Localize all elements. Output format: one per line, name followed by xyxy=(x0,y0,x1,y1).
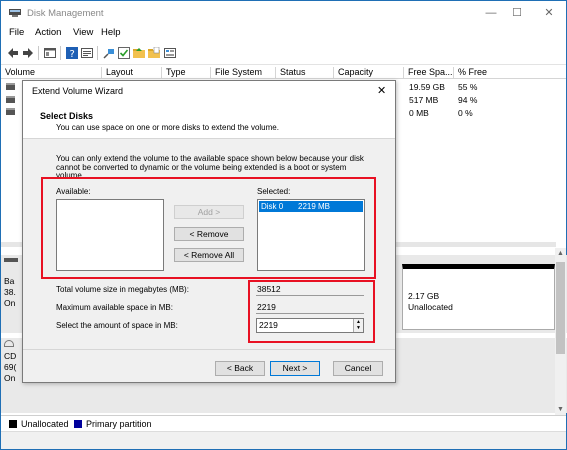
dialog-footer-divider xyxy=(23,349,395,350)
unallocated-label: Unallocated xyxy=(408,302,453,312)
legend-unallocated-swatch xyxy=(9,420,17,428)
svg-text:?: ? xyxy=(70,49,75,59)
column-volume[interactable]: Volume xyxy=(1,67,102,79)
legend-primary-swatch xyxy=(74,420,82,428)
rescan-folder-icon[interactable] xyxy=(148,47,160,59)
cd-status: On xyxy=(4,373,16,383)
status-bar xyxy=(1,431,566,449)
back-arrow-icon[interactable] xyxy=(7,47,19,59)
menu-file[interactable]: File xyxy=(9,27,24,38)
dialog-header: Select Disks You can use space on one or… xyxy=(23,101,395,139)
disk-management-icon xyxy=(9,9,21,17)
title-bar: Disk Management — ☐ ✕ xyxy=(1,1,566,25)
scroll-down-arrow[interactable]: ▼ xyxy=(555,404,566,415)
annotation-space-fields-highlight xyxy=(248,280,375,343)
console-tree-icon[interactable] xyxy=(44,47,56,59)
column-capacity[interactable]: Capacity xyxy=(334,67,404,79)
forward-arrow-icon[interactable] xyxy=(22,47,34,59)
connect-icon[interactable] xyxy=(103,47,115,59)
menu-bar: File Action View Help xyxy=(1,25,566,41)
column-file-system[interactable]: File System xyxy=(211,67,276,79)
total-size-label: Total volume size in megabytes (MB): xyxy=(56,285,189,294)
annotation-disk-selection-highlight xyxy=(41,177,376,279)
cd-drive-icon xyxy=(4,340,14,347)
help-icon[interactable]: ? xyxy=(66,47,78,59)
scroll-thumb[interactable] xyxy=(556,262,565,354)
column-percent-free[interactable]: % Free xyxy=(454,67,566,79)
view-list-icon[interactable] xyxy=(164,47,176,59)
max-space-label: Maximum available space in MB: xyxy=(56,303,173,312)
column-layout[interactable]: Layout xyxy=(102,67,162,79)
toolbar: ? xyxy=(1,41,566,65)
dialog-title: Extend Volume Wizard xyxy=(32,86,124,96)
legend-unallocated-label: Unallocated xyxy=(21,419,69,429)
column-status[interactable]: Status xyxy=(276,67,334,79)
volume-percent-free: 55 % xyxy=(458,82,478,92)
close-button[interactable]: ✕ xyxy=(539,5,559,21)
volume-free-space: 19.59 GB xyxy=(409,82,445,92)
toolbar-separator xyxy=(38,46,39,60)
legend-primary-label: Primary partition xyxy=(86,419,152,429)
unallocated-partition[interactable]: 2.17 GB Unallocated xyxy=(402,264,555,330)
legend-bar: Unallocated Primary partition xyxy=(1,415,566,431)
next-button[interactable]: Next > xyxy=(270,361,320,376)
menu-action[interactable]: Action xyxy=(35,27,61,38)
disk-0-label: Ba xyxy=(4,276,15,286)
window-title: Disk Management xyxy=(27,8,104,19)
volume-percent-free: 0 % xyxy=(458,108,473,118)
menu-view[interactable]: View xyxy=(73,27,93,38)
cancel-button[interactable]: Cancel xyxy=(333,361,383,376)
toolbar-separator xyxy=(60,46,61,60)
dialog-title-bar: Extend Volume Wizard ✕ xyxy=(23,81,395,101)
disk-icon xyxy=(4,258,18,262)
volume-icon xyxy=(6,108,15,115)
volume-free-space: 517 MB xyxy=(409,95,439,105)
dialog-subheading: You can use space on one or more disks t… xyxy=(56,123,279,132)
volume-icon xyxy=(6,83,15,90)
back-button[interactable]: < Back xyxy=(215,361,265,376)
properties-icon[interactable] xyxy=(81,47,93,59)
cd-label: CD xyxy=(4,351,17,361)
dialog-close-button[interactable]: ✕ xyxy=(377,84,386,97)
unallocated-size: 2.17 GB xyxy=(408,291,440,301)
check-icon[interactable] xyxy=(118,47,130,59)
volume-free-space: 0 MB xyxy=(409,108,429,118)
cd-size: 69( xyxy=(4,362,17,372)
volume-icon xyxy=(6,96,15,103)
volume-percent-free: 94 % xyxy=(458,95,478,105)
disk-0-status: On xyxy=(4,298,16,308)
toolbar-separator xyxy=(97,46,98,60)
disk-0-size: 38. xyxy=(4,287,16,297)
folder-up-icon[interactable] xyxy=(133,47,145,59)
minimize-button[interactable]: — xyxy=(481,5,501,21)
maximize-button[interactable]: ☐ xyxy=(507,5,527,21)
column-free-space[interactable]: Free Spa... xyxy=(404,67,454,79)
column-type[interactable]: Type xyxy=(162,67,211,79)
menu-help[interactable]: Help xyxy=(101,27,121,38)
amount-label: Select the amount of space in MB: xyxy=(56,321,178,330)
volume-list-header: Volume Layout Type File System Status Ca… xyxy=(1,66,566,79)
scroll-up-arrow[interactable]: ▲ xyxy=(555,248,566,259)
dialog-heading: Select Disks xyxy=(40,111,94,121)
